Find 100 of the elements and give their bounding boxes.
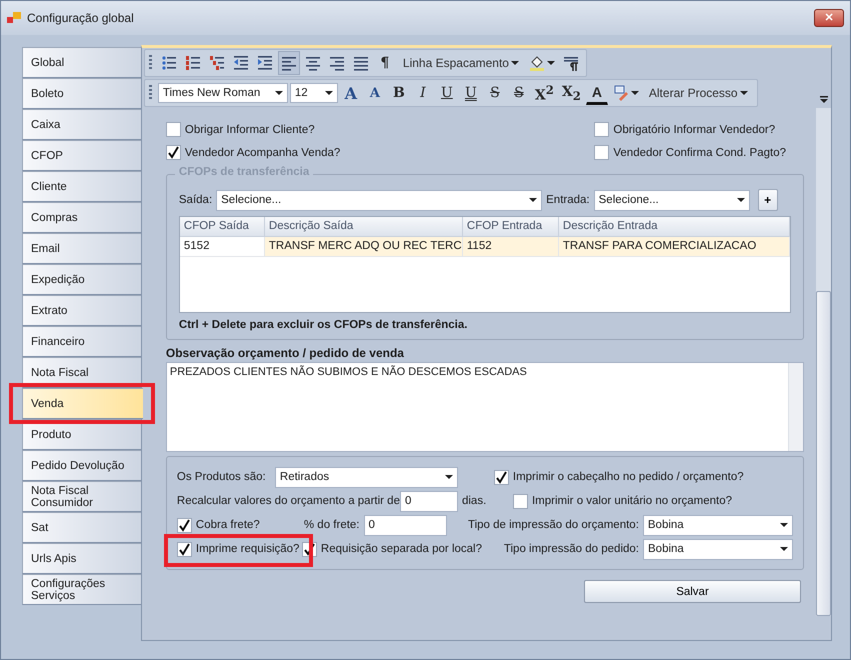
- sidebar-tab[interactable]: Pedido Devolução: [22, 450, 141, 481]
- checkbox[interactable]: Requisição separada por local?: [302, 542, 482, 556]
- overflow-icon[interactable]: [820, 96, 828, 103]
- shrink-font-button[interactable]: A: [364, 81, 386, 105]
- table-cell: 1152: [462, 237, 559, 257]
- numbered-list-icon: [184, 55, 201, 71]
- sidebar-tab[interactable]: Urls Apis: [22, 543, 141, 574]
- font-name-combo[interactable]: Times New Roman: [158, 83, 288, 103]
- bold-button[interactable]: B: [388, 81, 410, 105]
- checkmark-icon: [178, 542, 191, 556]
- align-center-icon: [304, 55, 321, 71]
- script-button[interactable]: X$^{2}$: [532, 81, 557, 105]
- italic-button[interactable]: I: [412, 81, 434, 105]
- checkmark-icon: [302, 542, 316, 556]
- underline-button[interactable]: U: [436, 81, 458, 105]
- table-cell: TRANSF MERC ADQ OU REC TERC: [264, 237, 463, 257]
- unit-label: dias.: [462, 495, 486, 507]
- field-label: Os Produtos são:: [176, 471, 266, 483]
- window-title: Configuração global: [27, 11, 135, 25]
- checkbox[interactable]: Imprime requisição?: [176, 542, 300, 556]
- justify-icon: [352, 55, 369, 71]
- table-cell: 5152: [180, 237, 265, 257]
- checkmark-icon: [178, 518, 191, 532]
- outdent-icon: [232, 55, 249, 71]
- field-label: Recalcular valores do orçamento a partir de: [176, 495, 400, 507]
- paragraph-marks-icon: [562, 55, 579, 71]
- column-header[interactable]: CFOP Saída: [180, 217, 265, 237]
- dropdown-arrow-icon: [510, 60, 519, 66]
- field-label: % do frete:: [304, 519, 360, 531]
- highlighter-icon: [612, 85, 629, 101]
- dropdown-field[interactable]: Selecione...: [216, 190, 542, 210]
- align-right-icon: [328, 55, 345, 71]
- dropdown-field[interactable]: Bobina: [642, 514, 793, 536]
- font-size-combo[interactable]: 12: [290, 83, 338, 103]
- strikethrough-button[interactable]: S: [484, 81, 506, 105]
- hint-text: Ctrl + Delete para excluir os CFOPs de transferência.: [178, 319, 468, 331]
- align-left-button[interactable]: [278, 51, 300, 75]
- sidebar-tab[interactable]: Expedição: [22, 264, 141, 295]
- dropdown-arrow-icon: [736, 198, 745, 202]
- sidebar-tab[interactable]: Configurações Serviços: [22, 574, 141, 605]
- checkmark-icon: [494, 470, 508, 484]
- paint-bucket-icon: [528, 55, 545, 71]
- double-strikethrough-button[interactable]: S: [508, 81, 530, 105]
- input-field[interactable]: 0: [400, 490, 458, 512]
- scrollbar[interactable]: [816, 108, 831, 616]
- font-color-button[interactable]: A: [586, 81, 608, 105]
- dropdown-arrow-icon: [529, 198, 538, 202]
- sidebar-tab[interactable]: Financeiro: [22, 326, 141, 357]
- checkbox[interactable]: Vendedor Confirma Cond. Pagto?: [594, 145, 786, 160]
- grow-font-button[interactable]: A: [340, 81, 362, 105]
- field-label: Entrada:: [546, 194, 590, 206]
- paragraph-button[interactable]: ¶: [374, 51, 396, 75]
- script-button[interactable]: X$_{2}$: [558, 81, 584, 105]
- dropdown-arrow-icon: [740, 90, 748, 96]
- sidebar-tab[interactable]: Compras: [22, 202, 141, 233]
- checkbox[interactable]: Obrigatório Informar Vendedor?: [594, 122, 786, 137]
- field-label: Tipo impressão do pedido:: [504, 543, 639, 555]
- app-icon: [7, 12, 21, 24]
- field-label: Tipo de impressão do orçamento:: [468, 519, 639, 531]
- sidebar-tab[interactable]: CFOP: [22, 140, 141, 171]
- dropdown-arrow-icon: [780, 546, 788, 552]
- input-field[interactable]: 0: [364, 514, 447, 536]
- sidebar-tab[interactable]: Nota Fiscal Consumidor: [22, 481, 141, 512]
- save-button[interactable]: Salvar: [584, 580, 801, 603]
- indent-icon: [256, 55, 273, 71]
- dropdown-field[interactable]: Selecione...: [594, 190, 750, 210]
- field-label: Saída:: [178, 194, 212, 206]
- checkbox[interactable]: Obrigar Informar Cliente?: [166, 122, 594, 137]
- sidebar-tab[interactable]: Boleto: [22, 78, 141, 109]
- checkbox[interactable]: Imprimir o cabeçalho no pedido / orçamento?: [494, 470, 744, 484]
- double-underline-button[interactable]: U: [460, 81, 482, 105]
- dropdown-field[interactable]: Bobina: [643, 538, 793, 560]
- sidebar-tab[interactable]: Email: [22, 233, 141, 264]
- toolbar-menu-button[interactable]: Alterar Processo: [644, 81, 753, 105]
- column-header[interactable]: Descrição Saída: [264, 217, 463, 237]
- table-cell: TRANSF PARA COMERCIALIZACAO: [558, 237, 790, 257]
- observation-textarea[interactable]: PREZADOS CLIENTES NÃO SUBIMOS E NÃO DESCEMOS ESCADAS: [166, 362, 804, 452]
- sidebar-tab[interactable]: Extrato: [22, 295, 141, 326]
- checkbox[interactable]: Vendedor Acompanha Venda?: [166, 145, 594, 160]
- checkbox[interactable]: Imprimir o valor unitário no orçamento?: [512, 494, 732, 508]
- checkmark-icon: [166, 146, 180, 159]
- section-label: Observação orçamento / pedido de venda: [166, 346, 405, 360]
- sidebar-tab[interactable]: Sat: [22, 512, 141, 543]
- sidebar-tab[interactable]: Global: [22, 47, 141, 78]
- dropdown-arrow-icon: [630, 90, 639, 96]
- bullet-list-icon: [160, 55, 177, 71]
- sidebar-tab[interactable]: Venda: [22, 388, 143, 419]
- dropdown-arrow-icon: [546, 60, 555, 66]
- multilevel-list-icon: [208, 55, 225, 71]
- dropdown-field[interactable]: Retirados: [274, 466, 458, 488]
- add-button[interactable]: +: [758, 189, 778, 211]
- column-header[interactable]: Descrição Entrada: [558, 217, 790, 237]
- column-header[interactable]: CFOP Entrada: [462, 217, 559, 237]
- dropdown-arrow-icon: [444, 474, 453, 480]
- sidebar-tab[interactable]: Caixa: [22, 109, 141, 140]
- dropdown-arrow-icon: [780, 522, 788, 528]
- toolbar-menu-button[interactable]: Linha Espacamento: [398, 51, 524, 75]
- dropdown-arrow-icon: [274, 90, 283, 96]
- sidebar-tab[interactable]: Cliente: [22, 171, 141, 202]
- checkbox[interactable]: Cobra frete?: [176, 518, 260, 532]
